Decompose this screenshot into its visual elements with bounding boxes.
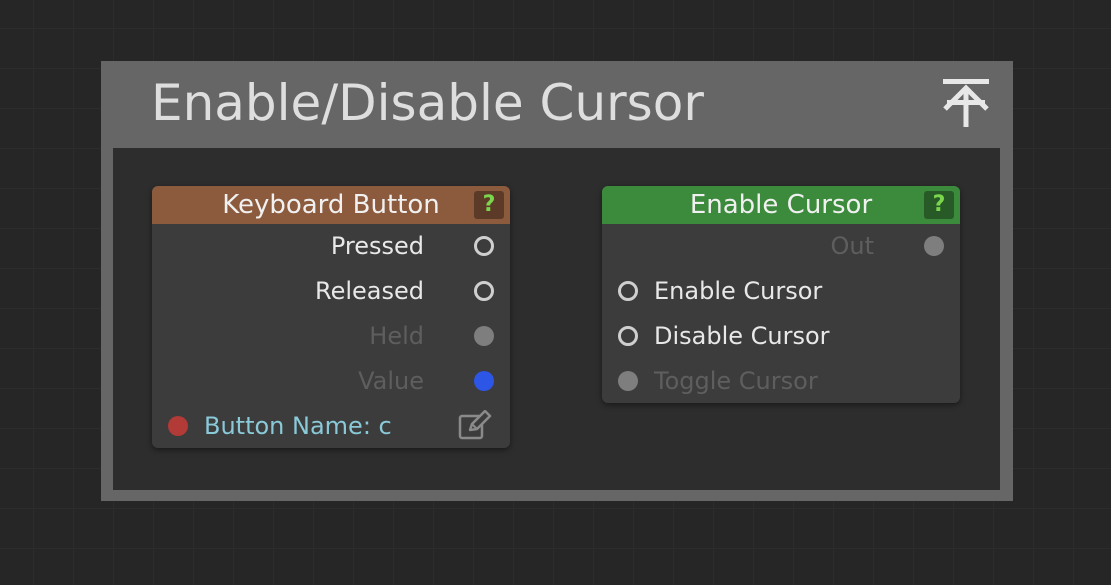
output-port-out[interactable] (924, 236, 944, 256)
output-row-value: Value (152, 361, 510, 401)
input-row-toggle-cursor: Toggle Cursor (602, 361, 960, 401)
input-row-enable-cursor: Enable Cursor (602, 271, 960, 311)
node-title: Keyboard Button (222, 190, 440, 220)
output-row-held: Held (152, 316, 510, 356)
collapse-up-icon[interactable] (941, 77, 991, 129)
input-port-enable-cursor[interactable] (618, 281, 638, 301)
output-row-released: Released (152, 271, 510, 311)
input-label: Toggle Cursor (654, 367, 818, 395)
input-label: Enable Cursor (654, 277, 823, 305)
group-title[interactable]: Enable/Disable Cursor (151, 71, 704, 135)
help-button[interactable]: ? (474, 191, 504, 219)
input-label: Disable Cursor (654, 322, 830, 350)
enable-cursor-node-header[interactable]: Enable Cursor ? (602, 186, 960, 224)
property-port[interactable] (168, 416, 188, 436)
input-port-toggle-cursor[interactable] (618, 371, 638, 391)
output-label: Released (314, 277, 424, 305)
enable-cursor-node[interactable]: Enable Cursor ? Out Enable Cursor Disabl… (602, 186, 960, 403)
output-label: Value (358, 367, 424, 395)
output-port-pressed[interactable] (474, 236, 494, 256)
output-label: Out (830, 232, 874, 260)
help-button[interactable]: ? (924, 191, 954, 219)
output-port-held[interactable] (474, 326, 494, 346)
output-label: Held (369, 322, 424, 350)
edit-icon[interactable] (458, 409, 492, 442)
output-row-out: Out (602, 226, 960, 266)
button-name-property[interactable]: Button Name: c (204, 406, 392, 446)
keyboard-button-node[interactable]: Keyboard Button ? Pressed Released Held … (152, 186, 510, 448)
input-port-disable-cursor[interactable] (618, 326, 638, 346)
node-title: Enable Cursor (689, 190, 873, 220)
output-port-value[interactable] (474, 371, 494, 391)
property-row-button-name[interactable]: Button Name: c (152, 406, 510, 446)
output-row-pressed: Pressed (152, 226, 510, 266)
output-label: Pressed (330, 232, 424, 260)
input-row-disable-cursor: Disable Cursor (602, 316, 960, 356)
keyboard-button-node-header[interactable]: Keyboard Button ? (152, 186, 510, 224)
output-port-released[interactable] (474, 281, 494, 301)
